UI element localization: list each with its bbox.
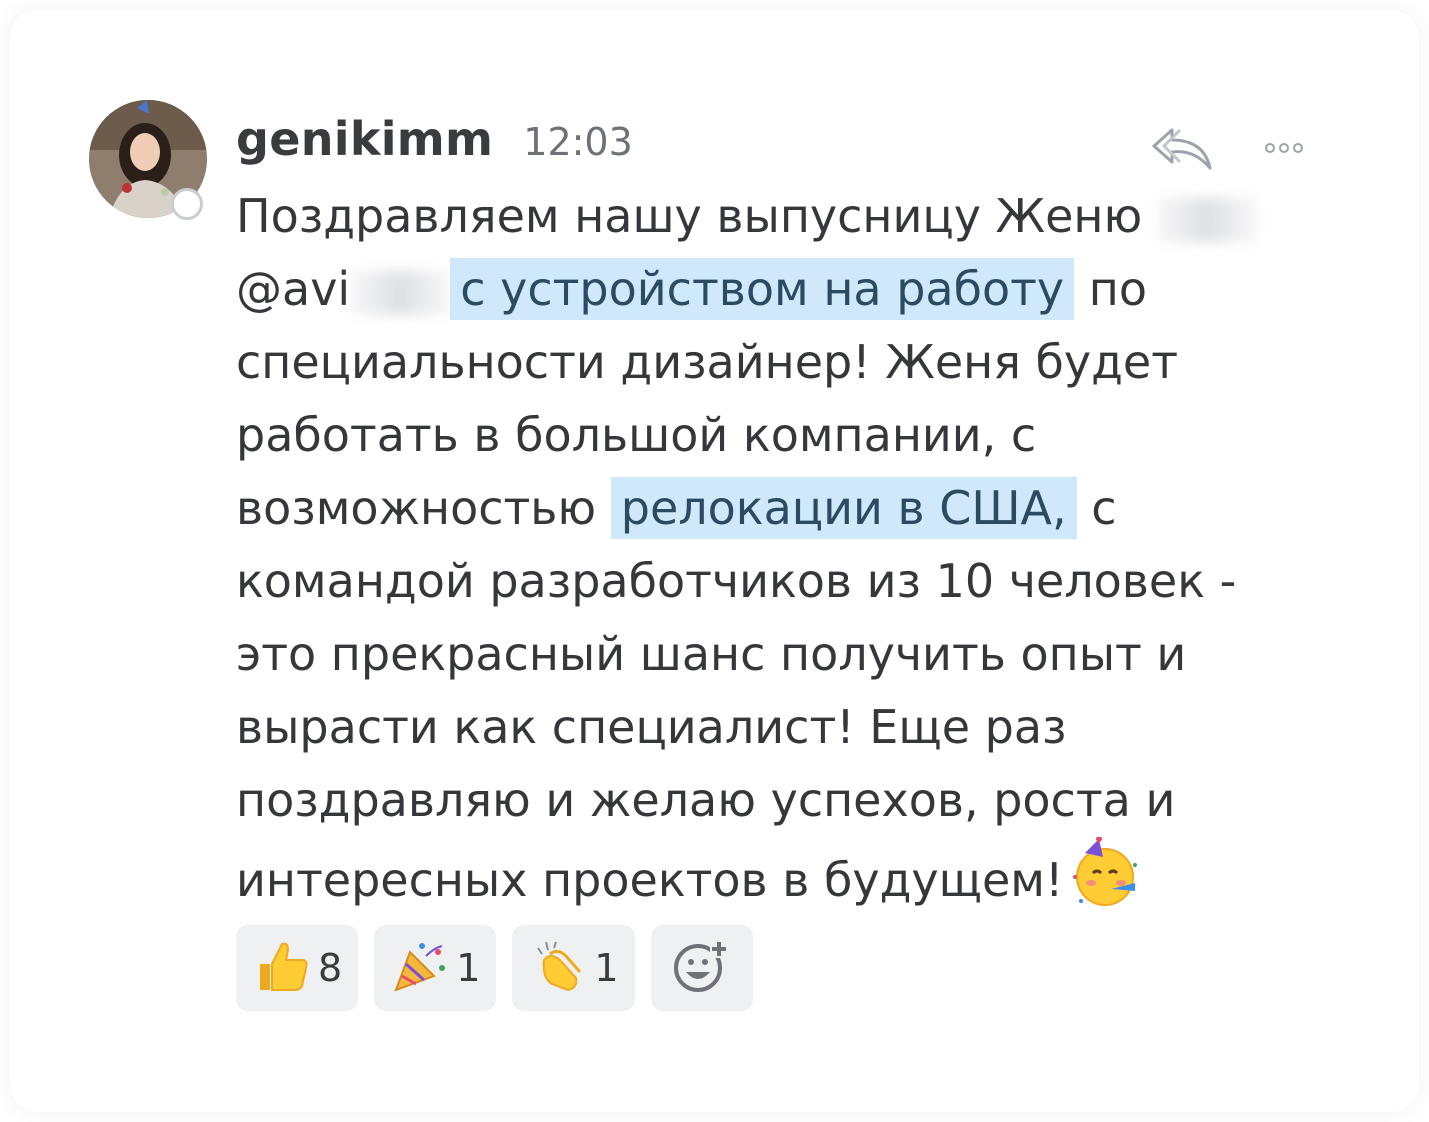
reaction-count: 1 <box>456 946 481 990</box>
username[interactable]: genikimm <box>236 112 493 166</box>
message-header: genikimm 12:03 <box>236 112 633 172</box>
message-line: возможностью релокации в США, с <box>236 472 1296 545</box>
partying-face-icon <box>1069 836 1141 930</box>
message-text: возможностью <box>236 481 611 535</box>
party-popper-icon <box>392 938 448 998</box>
reaction-thumbs-up[interactable]: 8 <box>236 925 359 1011</box>
message-line: командой разработчиков из 10 человек - <box>236 554 1237 608</box>
message-line: специальности дизайнер! Женя будет <box>236 335 1178 389</box>
thumbs-up-icon <box>254 938 310 998</box>
message-line: @avi с устройством на работу по <box>236 253 1296 326</box>
message-line: Поздравляем нашу выпусницу Женю <box>236 180 1296 253</box>
message-line: интересных проектов в будущем! <box>236 836 1296 930</box>
clapping-hands-icon <box>530 938 586 998</box>
more-options-icon[interactable] <box>1262 140 1306 156</box>
redacted-text <box>350 270 451 315</box>
add-reaction-icon <box>672 936 732 1000</box>
highlighted-text: релокации в США, <box>610 477 1077 539</box>
timestamp[interactable]: 12:03 <box>523 120 633 164</box>
reactions-bar: 8 1 1 <box>236 925 753 1011</box>
presence-status-indicator <box>171 188 203 220</box>
message-text: по <box>1074 262 1147 316</box>
avatar[interactable] <box>89 100 207 220</box>
message-text: Поздравляем нашу выпусницу Женю <box>236 189 1157 243</box>
message-line: это прекрасный шанс получить опыт и <box>236 627 1187 681</box>
user-mention[interactable]: @avi <box>236 262 350 316</box>
message-text: интересных проектов в будущем! <box>236 853 1064 907</box>
message-line: вырасти как специалист! Еще раз <box>236 700 1067 754</box>
reaction-count: 8 <box>318 946 343 990</box>
message-body: Поздравляем нашу выпусницу Женю @avi с ус… <box>236 180 1296 930</box>
message-line: поздравляю и желаю успехов, роста и <box>236 773 1176 827</box>
redacted-text <box>1156 197 1257 242</box>
message-text: с <box>1076 481 1117 535</box>
reaction-clapping-hands[interactable]: 1 <box>512 925 635 1011</box>
reaction-count: 1 <box>594 946 619 990</box>
reply-arrow-icon[interactable] <box>1150 124 1214 174</box>
highlighted-text: с устройством на работу <box>450 258 1075 320</box>
add-reaction-button[interactable] <box>650 925 753 1011</box>
message-line: работать в большой компании, с <box>236 408 1037 462</box>
reaction-party-popper[interactable]: 1 <box>374 925 497 1011</box>
